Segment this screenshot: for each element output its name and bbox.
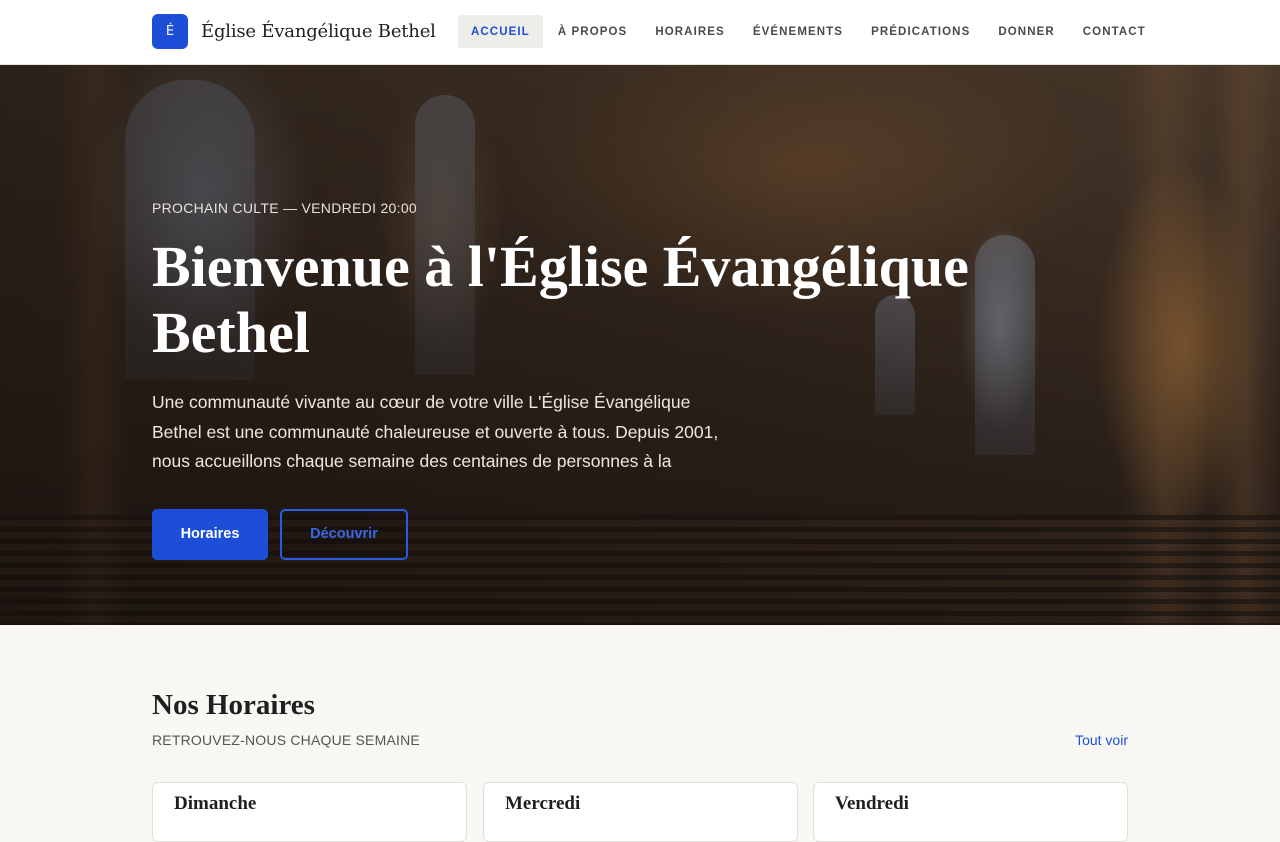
card-title: Dimanche — [174, 793, 257, 814]
nav-item-donner[interactable]: Donner — [985, 15, 1067, 48]
card-title: Mercredi — [505, 793, 581, 814]
hero-description: Une communauté vivante au cœur de votre … — [152, 392, 719, 471]
schedule-card[interactable]: Mercredi — [483, 782, 798, 842]
horaires-button[interactable]: Horaires — [152, 508, 268, 560]
hero-title: Bienvenue à l'Église Évangélique Bethel — [152, 234, 969, 365]
main-nav: Accueil À propos Horaires Événements Pré… — [458, 15, 1159, 48]
site-header: É Église Évangélique Bethel Accueil À pr… — [0, 0, 1280, 65]
brand[interactable]: É Église Évangélique Bethel — [152, 14, 436, 49]
logo[interactable]: É — [152, 14, 188, 49]
see-all-link[interactable]: Tout voir — [1075, 732, 1128, 748]
hero-section: Prochain culte — Vendredi 20:00 Bienvenu… — [0, 65, 1280, 625]
decouvrir-button[interactable]: Découvrir — [280, 508, 408, 560]
hero-content: Prochain culte — Vendredi 20:00 Bienvenu… — [152, 200, 972, 560]
schedule-section: Nos Horaires Retrouvez-nous chaque semai… — [0, 625, 1280, 842]
nav-item-a-propos[interactable]: À propos — [545, 15, 641, 48]
nav-item-evenements[interactable]: Événements — [740, 15, 856, 48]
card-title: Vendredi — [835, 793, 909, 814]
nav-item-accueil[interactable]: Accueil — [458, 15, 543, 48]
site-title[interactable]: Église Évangélique Bethel — [201, 21, 436, 42]
section-title: Nos Horaires — [152, 689, 315, 721]
next-service-label: Prochain culte — Vendredi 20:00 — [152, 200, 417, 216]
nav-item-predications[interactable]: Prédications — [858, 15, 983, 48]
hero-actions: Horaires Découvrir — [152, 508, 972, 560]
schedule-card[interactable]: Dimanche — [152, 782, 467, 842]
nav-item-contact[interactable]: Contact — [1070, 15, 1159, 48]
nav-item-horaires[interactable]: Horaires — [642, 15, 738, 48]
schedule-card[interactable]: Vendredi — [813, 782, 1128, 842]
section-subtitle: Retrouvez-nous chaque semaine — [152, 732, 420, 748]
